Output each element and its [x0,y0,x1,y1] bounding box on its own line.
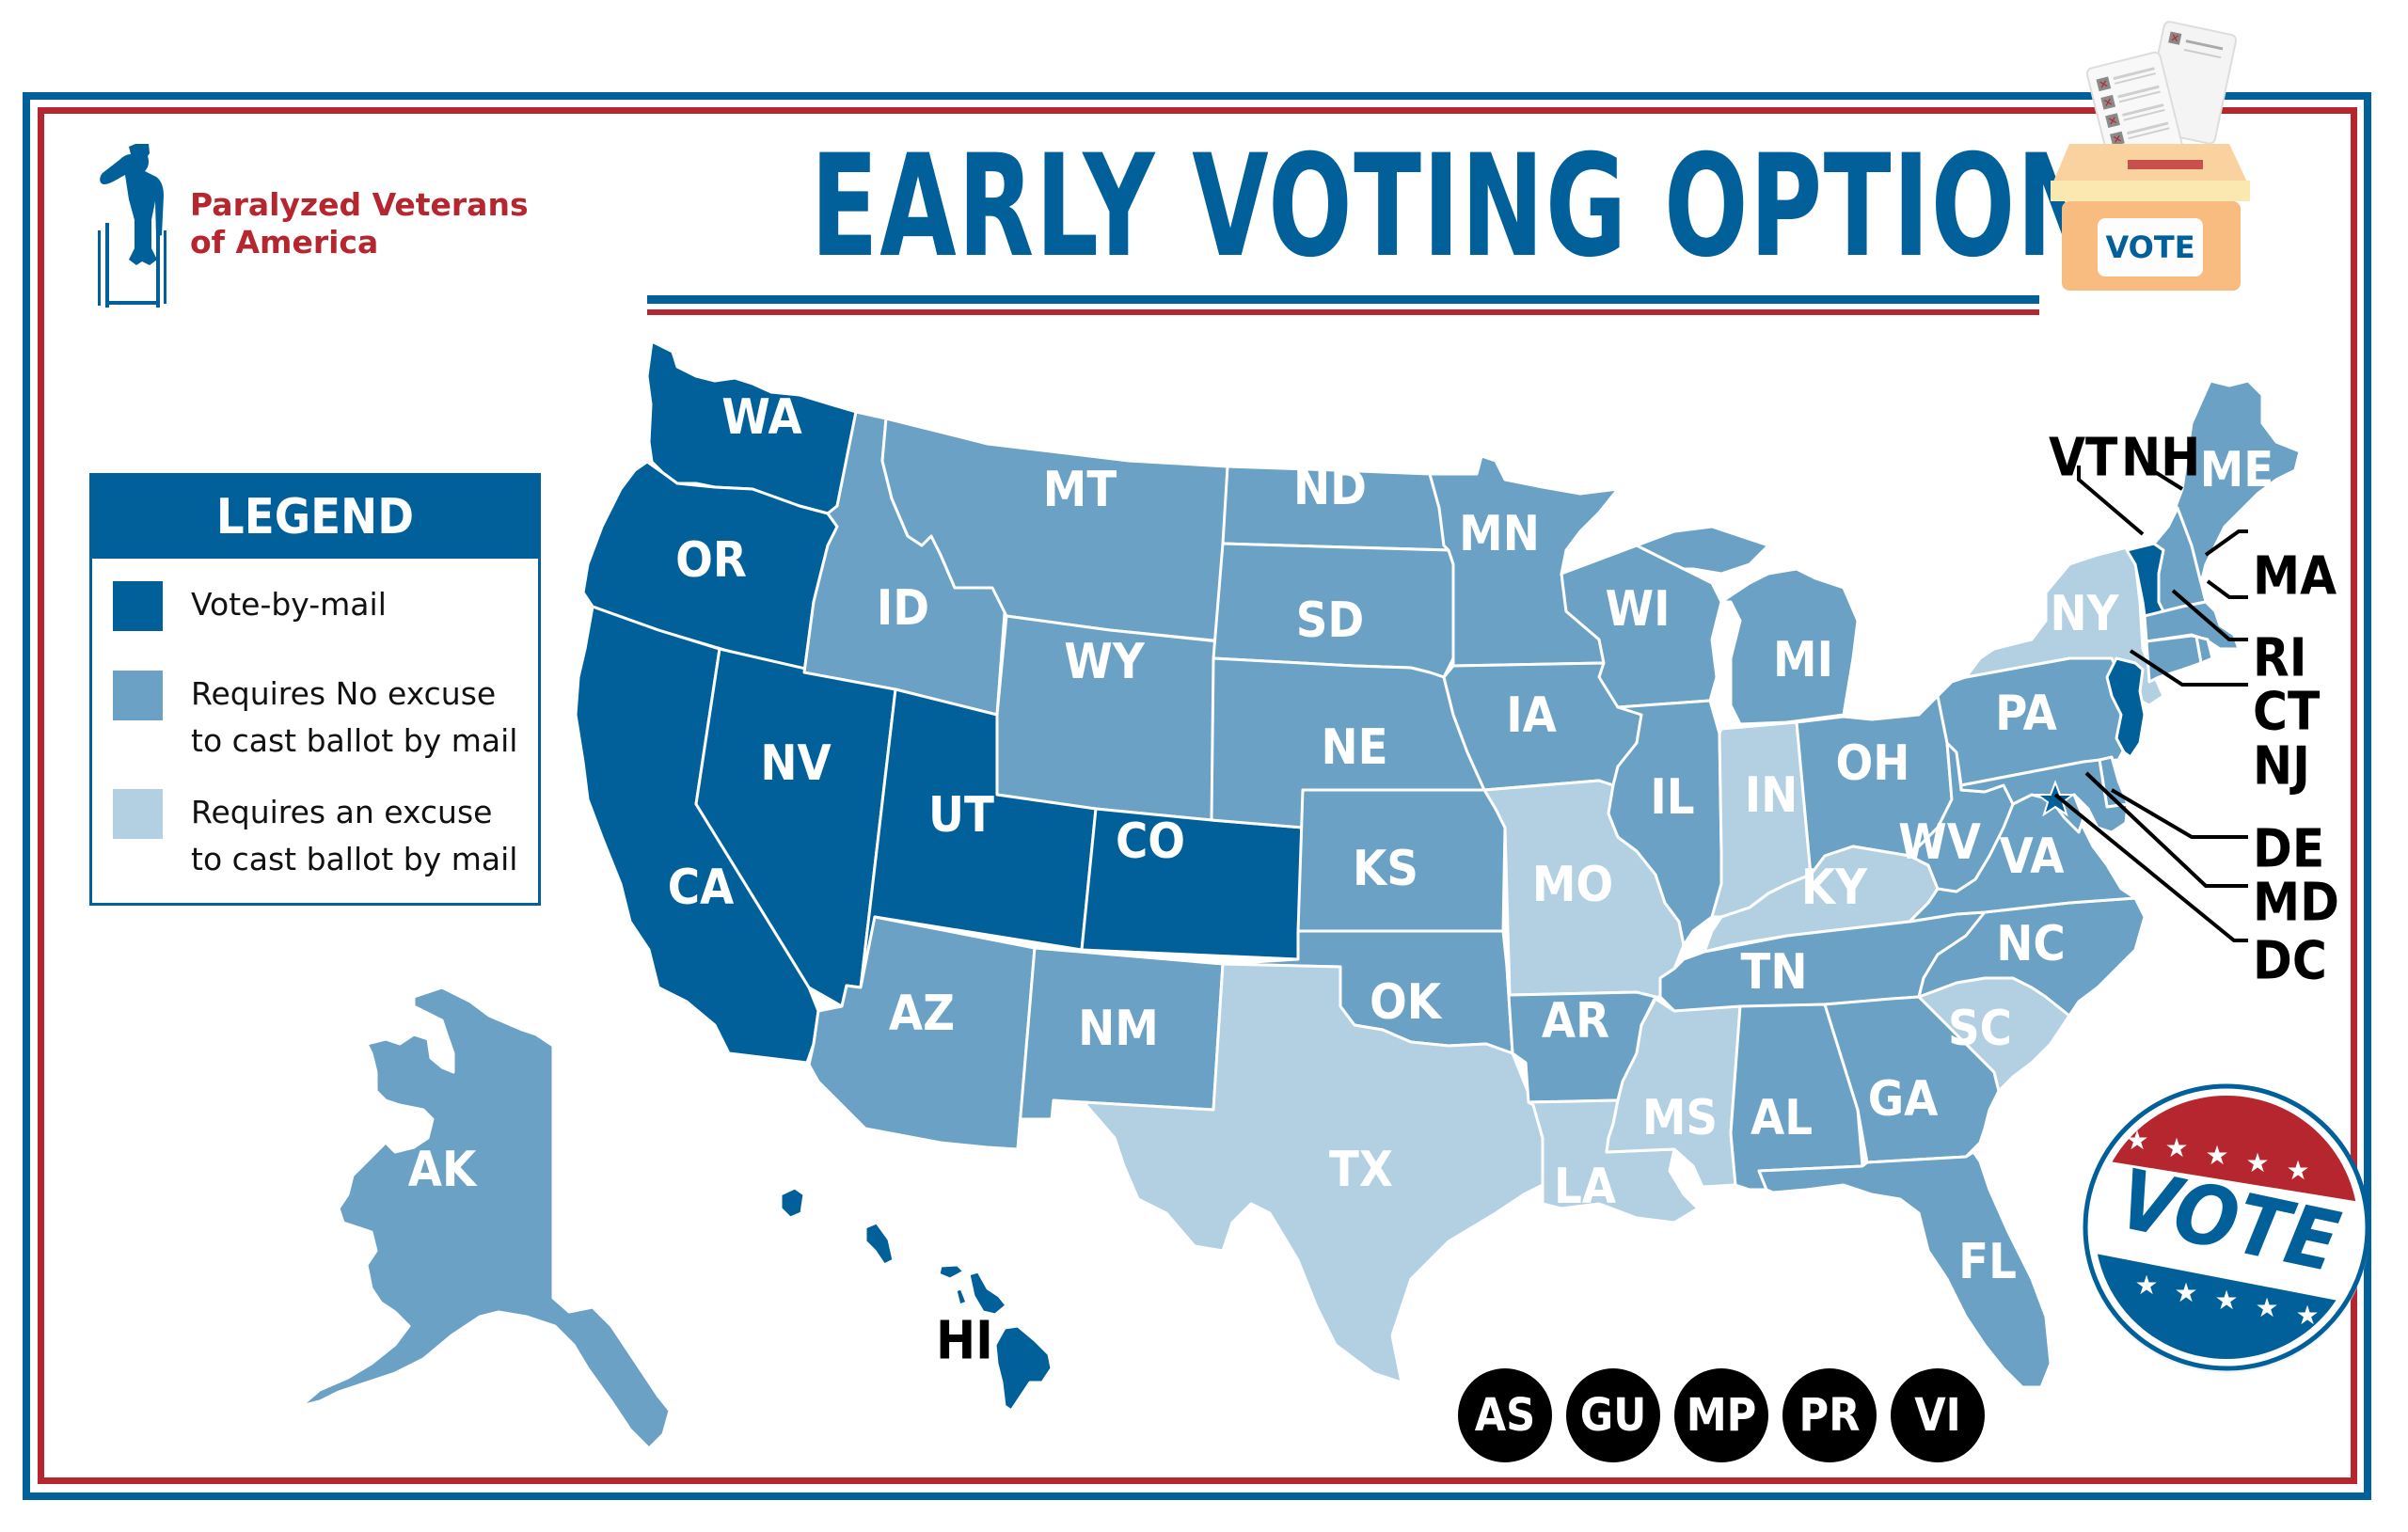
svg-text:★: ★ [2255,1292,2278,1323]
state-label-or: OR [675,532,747,589]
state-label-ky: KY [1801,860,1868,916]
state-label-co: CO [1116,813,1185,870]
state-label-wa: WA [721,389,802,446]
state-label-nm: NM [1078,1001,1159,1057]
state-label-de: DE [2253,819,2324,880]
state-label-il: IL [1650,769,1694,826]
state-label-az: AZ [889,986,955,1042]
state-label-tn: TN [1740,944,1807,1001]
territory-vi[interactable]: VI [1891,1368,1985,1462]
state-label-nj: NJ [2253,736,2310,798]
state-label-ut: UT [928,787,994,844]
state-ct[interactable] [2145,634,2203,684]
state-label-dc: DC [2253,931,2327,992]
us-map: WA OR CA NV UT CO HI VT NJ DC ID MT WY AZ NM ND SD NE KS OK… [299,340,2339,1450]
state-label-sc: SC [1948,1001,2012,1057]
state-label-mi: MI [1773,632,1833,688]
state-label-oh: OH [1836,735,1910,792]
state-label-ar: AR [1542,993,1609,1050]
state-label-vt: VT [2049,428,2118,489]
state-hi[interactable] [779,1186,1054,1413]
svg-text:★: ★ [2245,1147,2269,1178]
state-label-la: LA [1554,1159,1616,1215]
svg-text:★: ★ [2174,1277,2197,1308]
svg-text:★: ★ [2295,1300,2319,1331]
vote-badge-icon: ★ ★ ★ ★ ★ ★ ★ ★ ★ ★ VOTE [2083,1083,2370,1373]
svg-text:★: ★ [2286,1155,2309,1186]
state-label-id: ID [877,580,929,637]
state-label-hi: HI [936,1311,993,1372]
territory-gu[interactable]: GU [1566,1368,1660,1462]
state-label-sd: SD [1296,592,1365,649]
state-label-me: ME [2200,442,2274,498]
territory-pr[interactable]: PR [1782,1368,1877,1462]
state-label-pa: PA [1995,686,2057,742]
state-label-ok: OK [1370,974,1443,1031]
svg-text:★: ★ [2214,1285,2238,1316]
territory-as[interactable]: AS [1458,1368,1552,1462]
state-label-ny: NY [2050,586,2119,642]
leader-de [2110,788,2248,839]
state-label-nv: NV [760,735,831,792]
state-label-nc: NC [1996,916,2065,972]
svg-text:★: ★ [2134,1270,2158,1301]
state-label-tx: TX [1329,1142,1393,1198]
state-label-ia: IA [1506,687,1557,744]
state-label-ma: MA [2253,546,2337,608]
state-label-va: VA [2000,829,2065,885]
state-label-ks: KS [1353,841,1418,897]
state-label-ga: GA [1868,1071,1939,1128]
state-label-mn: MN [1459,506,1540,562]
state-label-ms: MS [1642,1090,1718,1146]
state-label-wy: WY [1064,634,1146,690]
state-label-ak: AK [408,1142,478,1198]
state-label-ri: RI [2253,628,2307,689]
territory-mp[interactable]: MP [1674,1368,1768,1462]
state-label-md: MD [2253,873,2339,934]
state-label-nh: NH [2121,428,2200,489]
state-label-fl: FL [1958,1234,2017,1290]
leader-ri [2206,579,2248,599]
state-label-wv: WV [1898,814,1981,871]
state-label-in: IN [1745,767,1798,824]
state-label-ca: CA [668,860,735,916]
state-label-mo: MO [1532,857,1613,913]
state-label-wi: WI [1605,581,1670,638]
state-label-ct: CT [2253,682,2321,743]
state-label-nd: ND [1293,460,1367,516]
state-label-ne: NE [1321,719,1387,776]
state-label-al: AL [1751,1090,1813,1146]
state-label-mt: MT [1043,462,1117,518]
state-ak[interactable] [299,986,672,1450]
